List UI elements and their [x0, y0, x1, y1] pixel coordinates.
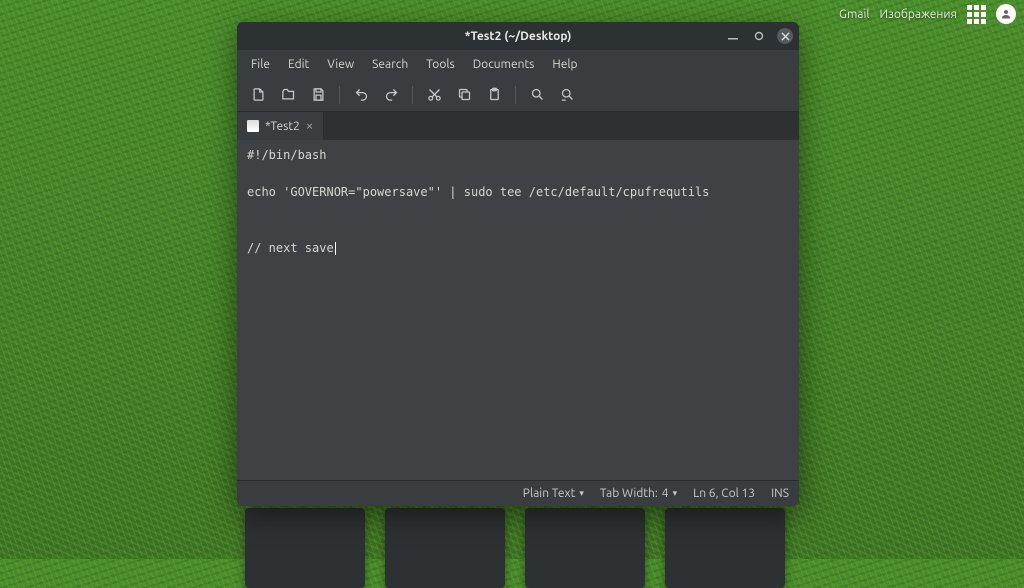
images-link[interactable]: Изображения — [880, 8, 957, 21]
window-controls — [725, 22, 793, 50]
dock-item[interactable] — [665, 508, 785, 588]
document-tab[interactable]: *Test2 × — [237, 112, 324, 140]
close-button[interactable] — [777, 28, 793, 44]
document-icon — [247, 120, 259, 132]
titlebar[interactable]: *Test2 (~/Desktop) — [237, 22, 799, 50]
dock-item[interactable] — [245, 508, 365, 588]
toolbar-separator — [515, 86, 516, 104]
cursor-position: Ln 6, Col 13 — [693, 487, 755, 500]
text-cursor — [335, 242, 336, 255]
maximize-button[interactable] — [751, 28, 767, 44]
chevron-down-icon: ▾ — [673, 488, 678, 499]
tabwidth-label: Tab Width: — [600, 487, 658, 500]
avatar[interactable] — [996, 4, 1016, 24]
tabwidth-value: 4 — [662, 487, 669, 500]
editor-window: *Test2 (~/Desktop) File Edit View Search… — [237, 22, 799, 506]
toolbar-separator — [339, 86, 340, 104]
apps-grid-icon[interactable] — [967, 5, 986, 24]
statusbar: Plain Text ▾ Tab Width: 4 ▾ Ln 6, Col 13… — [237, 480, 799, 506]
cursor-position-label: Ln 6, Col 13 — [693, 487, 755, 500]
editor-area[interactable]: #!/bin/bash echo 'GOVERNOR="powersave"' … — [237, 140, 799, 480]
menu-help[interactable]: Help — [544, 54, 585, 75]
find-button[interactable] — [524, 82, 550, 108]
dock — [245, 508, 785, 588]
insert-mode[interactable]: INS — [771, 487, 789, 500]
menu-tools[interactable]: Tools — [418, 54, 463, 75]
tabbar: *Test2 × — [237, 112, 799, 140]
dock-item[interactable] — [525, 508, 645, 588]
menu-search[interactable]: Search — [364, 54, 416, 75]
menubar: File Edit View Search Tools Documents He… — [237, 50, 799, 78]
menu-documents[interactable]: Documents — [465, 54, 543, 75]
copy-button[interactable] — [451, 82, 477, 108]
toolbar-separator — [412, 86, 413, 104]
language-label: Plain Text — [523, 487, 576, 500]
menu-file[interactable]: File — [243, 54, 278, 75]
menu-view[interactable]: View — [319, 54, 362, 75]
save-button[interactable] — [305, 82, 331, 108]
cut-button[interactable] — [421, 82, 447, 108]
chevron-down-icon: ▾ — [579, 488, 584, 499]
editor-content: #!/bin/bash echo 'GOVERNOR="powersave"' … — [247, 148, 709, 255]
menu-edit[interactable]: Edit — [280, 54, 317, 75]
gmail-link[interactable]: Gmail — [839, 8, 870, 21]
redo-button[interactable] — [378, 82, 404, 108]
undo-button[interactable] — [348, 82, 374, 108]
paste-button[interactable] — [481, 82, 507, 108]
tab-close-icon[interactable]: × — [306, 119, 313, 133]
dock-item[interactable] — [385, 508, 505, 588]
find-replace-button[interactable] — [554, 82, 580, 108]
new-file-button[interactable] — [245, 82, 271, 108]
toolbar — [237, 78, 799, 112]
open-file-button[interactable] — [275, 82, 301, 108]
desktop-topbar: Gmail Изображения — [839, 4, 1016, 24]
window-title: *Test2 (~/Desktop) — [465, 30, 572, 43]
minimize-button[interactable] — [725, 28, 741, 44]
tabwidth-selector[interactable]: Tab Width: 4 ▾ — [600, 487, 677, 500]
language-selector[interactable]: Plain Text ▾ — [523, 487, 584, 500]
tab-label: *Test2 — [265, 120, 300, 133]
insert-mode-label: INS — [771, 487, 789, 500]
